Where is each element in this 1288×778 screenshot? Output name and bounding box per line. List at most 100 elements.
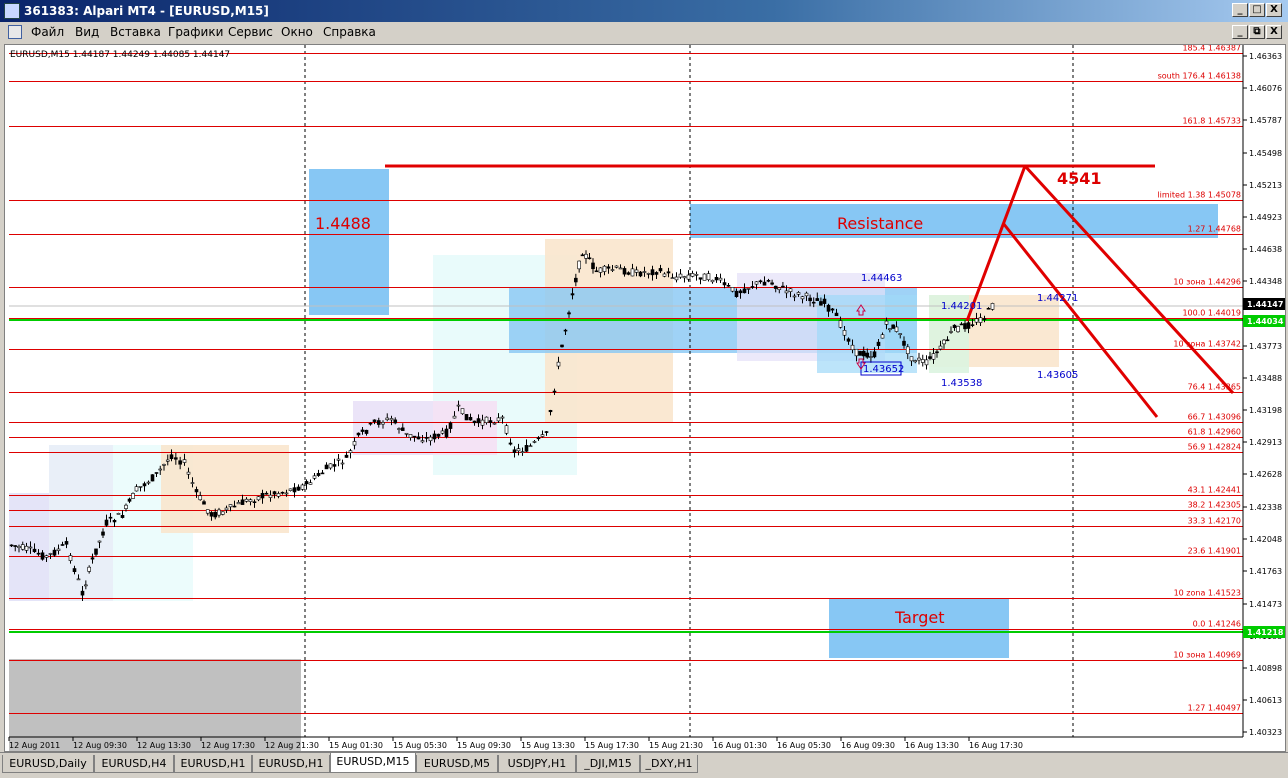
chart-tab[interactable]: _DJI,M15 <box>576 755 640 773</box>
candle-body <box>64 541 69 545</box>
candle-body <box>32 548 37 553</box>
candle-body <box>268 494 273 498</box>
candle-body <box>304 481 309 485</box>
time-tick-label: 12 Aug 2011 <box>9 741 60 750</box>
candle-body <box>376 420 381 425</box>
doc-minimize-button[interactable]: _ <box>1232 25 1248 39</box>
candle-body <box>472 420 477 424</box>
price-tick-label: 1.45787 <box>1249 116 1282 125</box>
candle-body <box>714 277 719 281</box>
candle-body <box>182 459 187 463</box>
price-annotation: 1.43605 <box>1037 370 1078 381</box>
menu-insert[interactable]: Вставка <box>110 25 161 39</box>
candle-body <box>292 487 297 493</box>
fib-level-label: south 176.4 1.46138 <box>1158 72 1241 81</box>
fib-level-label: 10 зона 1.40969 <box>1173 651 1241 660</box>
minimize-button[interactable]: _ <box>1232 3 1248 17</box>
candle-body <box>444 428 449 438</box>
candle-body <box>698 277 703 280</box>
candle-body <box>876 341 881 346</box>
candle-body <box>884 320 889 325</box>
candle-body <box>520 451 525 453</box>
time-tick-label: 12 Aug 09:30 <box>73 741 127 750</box>
menu-charts[interactable]: Графики <box>168 25 223 39</box>
candle-body <box>127 498 132 502</box>
candle-body <box>788 288 793 292</box>
candle-body <box>404 432 409 435</box>
candle-body <box>368 422 373 425</box>
candle-body <box>808 297 812 302</box>
candle-body <box>842 330 847 336</box>
price-tick-label: 1.42048 <box>1249 535 1282 544</box>
candle-body <box>909 356 914 362</box>
candle-body <box>770 282 774 285</box>
menu-view[interactable]: Вид <box>75 25 99 39</box>
chart-tab[interactable]: EURUSD,M15 <box>330 753 416 773</box>
candle-body <box>766 280 771 282</box>
candle-body <box>424 437 429 439</box>
candle-body <box>532 441 537 443</box>
candle-body <box>284 492 289 495</box>
close-button[interactable]: X <box>1266 3 1282 17</box>
candle-body <box>880 334 885 339</box>
candle-body <box>52 549 57 556</box>
candle-body <box>452 415 457 419</box>
candle-body <box>328 463 333 469</box>
candle-body <box>190 482 195 484</box>
document-icon[interactable] <box>8 25 22 39</box>
candle-body <box>372 419 377 422</box>
candle-body <box>952 324 957 329</box>
chart-tab[interactable]: EURUSD,Daily <box>2 755 94 773</box>
chart-tab[interactable]: _DXY,H1 <box>640 755 698 773</box>
candle-body <box>256 496 261 501</box>
fib-level-label: 66.7 1.43096 <box>1188 413 1241 422</box>
time-tick-label: 16 Aug 09:30 <box>841 741 895 750</box>
candle-body <box>614 265 619 268</box>
candle-body <box>56 548 61 551</box>
candle-body <box>654 272 659 275</box>
candle-body <box>158 468 163 471</box>
candle-body <box>738 290 743 294</box>
candle-body <box>84 584 88 587</box>
candle-body <box>36 552 41 555</box>
chart-tab[interactable]: EURUSD,H4 <box>94 755 174 773</box>
candle-body <box>116 512 121 515</box>
candle-body <box>902 340 906 346</box>
candle-body <box>400 427 405 431</box>
candle-body <box>504 425 509 434</box>
candle-body <box>746 288 751 290</box>
price-chart[interactable]: 185.4 1.46387 south 176.4 1.46138 161.8 1.… <box>5 45 1285 751</box>
candle-body <box>120 514 125 518</box>
candle-body <box>389 418 394 421</box>
price-tick-label: 1.43488 <box>1249 374 1282 383</box>
candle-body <box>850 344 855 351</box>
price-tick-label: 1.44348 <box>1249 277 1282 286</box>
menu-help[interactable]: Справка <box>323 25 376 39</box>
price-tick-label: 1.46363 <box>1249 52 1282 61</box>
candle-body <box>563 329 568 332</box>
candle-body <box>68 555 73 561</box>
candle-body <box>990 303 995 310</box>
menu-window[interactable]: Окно <box>281 25 313 39</box>
candle-body <box>670 277 675 279</box>
candle-body <box>666 271 671 274</box>
candle-body <box>154 472 159 474</box>
menu-file[interactable]: Файл <box>31 25 64 39</box>
doc-close-button[interactable]: X <box>1266 25 1282 39</box>
maximize-button[interactable]: □ <box>1249 3 1265 17</box>
time-tick-label: 12 Aug 21:30 <box>265 741 319 750</box>
candle-body <box>822 298 827 304</box>
chart-tab[interactable]: USDJPY,H1 <box>498 755 576 773</box>
candle-body <box>332 464 337 467</box>
doc-restore-button[interactable]: ⧉ <box>1249 25 1265 39</box>
candle-body <box>917 357 921 361</box>
candle-body <box>773 285 778 289</box>
chart-tab[interactable]: EURUSD,M5 <box>416 755 498 773</box>
candle-body <box>710 279 715 283</box>
candle-body <box>428 436 433 442</box>
chart-window[interactable]: 185.4 1.46387 south 176.4 1.46138 161.8 1.… <box>4 44 1286 752</box>
chart-tab[interactable]: EURUSD,H1 <box>252 755 330 773</box>
menu-tools[interactable]: Сервис <box>228 25 273 39</box>
chart-tab[interactable]: EURUSD,H1 <box>174 755 252 773</box>
candle-body <box>974 318 979 323</box>
